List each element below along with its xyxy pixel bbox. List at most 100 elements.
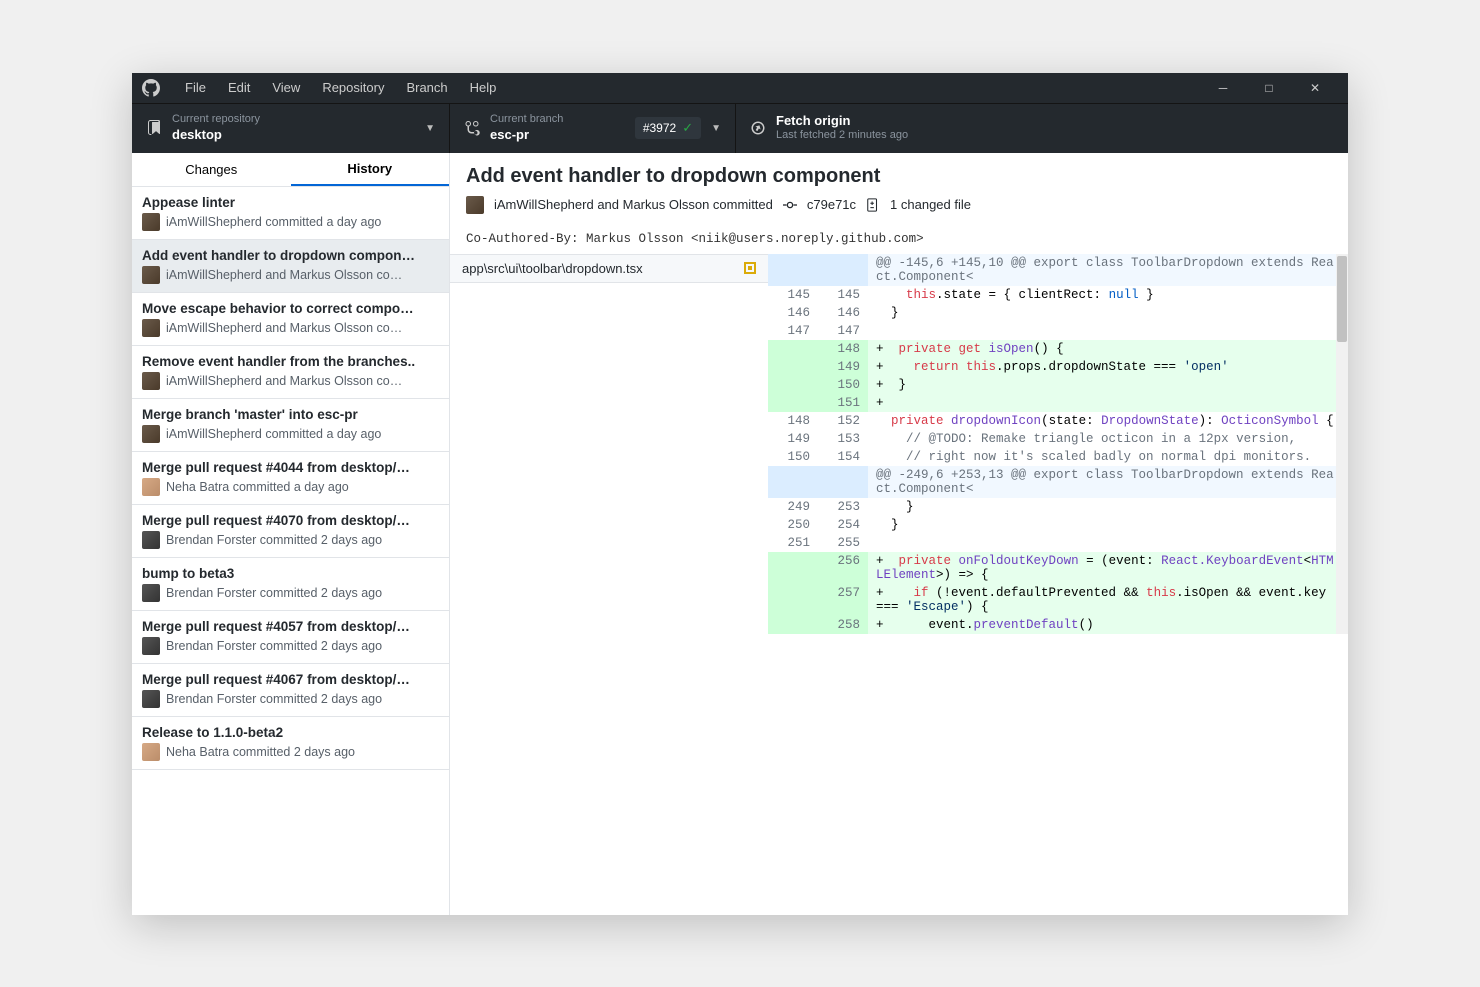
avatar — [142, 690, 160, 708]
commit-item-meta: Neha Batra committed 2 days ago — [166, 745, 355, 759]
commit-item-meta: iAmWillShepherd and Markus Olsson co… — [166, 268, 402, 282]
diff-line: 148+ private get isOpen() { — [768, 340, 1348, 358]
menu-view[interactable]: View — [261, 80, 311, 95]
diff-line: 257+ if (!event.defaultPrevented && this… — [768, 584, 1348, 616]
tab-history[interactable]: History — [291, 153, 450, 186]
tab-changes[interactable]: Changes — [132, 153, 291, 186]
fetch-label: Fetch origin — [776, 113, 1334, 129]
commit-sha: c79e71c — [807, 197, 856, 212]
commit-item-meta: iAmWillShepherd committed a day ago — [166, 215, 381, 229]
diff-line: 150+ } — [768, 376, 1348, 394]
avatar — [142, 743, 160, 761]
commit-item[interactable]: Merge pull request #4067 from desktop/…B… — [132, 664, 449, 717]
fetch-button[interactable]: Fetch origin Last fetched 2 minutes ago — [736, 104, 1348, 153]
commit-item-meta: iAmWillShepherd committed a day ago — [166, 427, 381, 441]
commit-item-title: Merge pull request #4057 from desktop/… — [142, 619, 439, 634]
avatar — [142, 372, 160, 390]
commit-item-meta: iAmWillShepherd and Markus Olsson co… — [166, 321, 402, 335]
commit-item[interactable]: Merge branch 'master' into esc-pr iAmWill… — [132, 399, 449, 452]
diff-line: @@ -145,6 +145,10 @@ export class Toolba… — [768, 254, 1348, 286]
file-path: app\src\ui\toolbar\dropdown.tsx — [462, 261, 643, 276]
commit-item-title: Remove event handler from the branches.. — [142, 354, 439, 369]
branch-label: Current branch — [490, 113, 635, 127]
commit-item[interactable]: Add event handler to dropdown compon…iAm… — [132, 240, 449, 293]
diff-line: 256+ private onFoldoutKeyDown = (event: … — [768, 552, 1348, 584]
github-logo-icon — [142, 79, 160, 97]
commit-detail: Add event handler to dropdown component … — [450, 153, 1348, 915]
commit-item[interactable]: Release to 1.1.0-beta2 Neha Batra committ… — [132, 717, 449, 770]
commit-item-title: bump to beta3 — [142, 566, 439, 581]
sync-icon — [750, 120, 766, 136]
toolbar: Current repository desktop ▼ Current bra… — [132, 103, 1348, 153]
commit-item[interactable]: Merge pull request #4057 from desktop/… B… — [132, 611, 449, 664]
menu-help[interactable]: Help — [459, 80, 508, 95]
diff-line: 146146 } — [768, 304, 1348, 322]
menu-repository[interactable]: Repository — [311, 80, 395, 95]
check-icon: ✓ — [682, 120, 693, 136]
commit-item-title: Merge pull request #4070 from desktop/… — [142, 513, 439, 528]
app-window: FileEditViewRepositoryBranchHelp ─ □ ✕ C… — [132, 73, 1348, 915]
diff-line: 150154 // right now it's scaled badly on… — [768, 448, 1348, 466]
commit-header: Add event handler to dropdown component … — [450, 153, 1348, 224]
diff-line: 258+ event.preventDefault() — [768, 616, 1348, 634]
window-minimize-button[interactable]: ─ — [1200, 81, 1246, 95]
commit-item[interactable]: Merge pull request #4070 from desktop/… B… — [132, 505, 449, 558]
commit-item-title: Merge branch 'master' into esc-pr — [142, 407, 439, 422]
modified-icon — [744, 262, 756, 274]
scrollbar-thumb[interactable] — [1337, 256, 1347, 342]
commit-description: Co-Authored-By: Markus Olsson <niik@user… — [450, 224, 1348, 254]
branch-selector[interactable]: Current branch esc-pr #3972 ✓ ▼ — [450, 104, 736, 153]
diff-line: 148152 private dropdownIcon(state: Dropd… — [768, 412, 1348, 430]
commit-item-title: Appease linter — [142, 195, 439, 210]
commit-item-title: Merge pull request #4044 from desktop/… — [142, 460, 439, 475]
repo-icon — [146, 120, 162, 136]
commit-item-meta: Neha Batra committed a day ago — [166, 480, 349, 494]
avatar — [142, 531, 160, 549]
repo-name: desktop — [172, 127, 425, 143]
commit-item[interactable]: bump to beta3 Brendan Forster committed 2… — [132, 558, 449, 611]
commit-item-meta: iAmWillShepherd and Markus Olsson co… — [166, 374, 402, 388]
sidebar: Changes History Appease linter iAmWillShe… — [132, 153, 450, 915]
avatar — [142, 637, 160, 655]
diff-line: 151+ — [768, 394, 1348, 412]
content: Changes History Appease linter iAmWillShe… — [132, 153, 1348, 915]
diff-line: @@ -249,6 +253,13 @@ export class Toolba… — [768, 466, 1348, 498]
file-diff-icon — [866, 198, 880, 212]
changed-files-count: 1 changed file — [890, 197, 971, 212]
git-branch-icon — [464, 120, 480, 136]
commit-item[interactable]: Appease linter iAmWillShepherd committed … — [132, 187, 449, 240]
diff-line: 250254 } — [768, 516, 1348, 534]
commit-item[interactable]: Move escape behavior to correct compo…iA… — [132, 293, 449, 346]
menu-branch[interactable]: Branch — [395, 80, 458, 95]
menu-edit[interactable]: Edit — [217, 80, 261, 95]
diff-line: 145145 this.state = { clientRect: null } — [768, 286, 1348, 304]
commit-icon — [783, 198, 797, 212]
window-close-button[interactable]: ✕ — [1292, 81, 1338, 95]
diff-line: 251255 — [768, 534, 1348, 552]
fetch-sub: Last fetched 2 minutes ago — [776, 129, 1334, 143]
pr-number: #3972 — [643, 121, 676, 135]
commit-item-meta: Brendan Forster committed 2 days ago — [166, 533, 382, 547]
scrollbar[interactable] — [1336, 254, 1348, 634]
branch-name: esc-pr — [490, 127, 635, 143]
commit-item-title: Release to 1.1.0-beta2 — [142, 725, 439, 740]
commit-item-title: Merge pull request #4067 from desktop/… — [142, 672, 439, 687]
avatar — [142, 266, 160, 284]
commit-item-meta: Brendan Forster committed 2 days ago — [166, 586, 382, 600]
changed-file-row[interactable]: app\src\ui\toolbar\dropdown.tsx — [450, 254, 768, 283]
commit-title: Add event handler to dropdown component — [466, 165, 1332, 188]
diff-line: 149153 // @TODO: Remake triangle octicon… — [768, 430, 1348, 448]
repo-selector[interactable]: Current repository desktop ▼ — [132, 104, 450, 153]
commit-list[interactable]: Appease linter iAmWillShepherd committed … — [132, 187, 449, 915]
diff-line: 147147 — [768, 322, 1348, 340]
avatar — [142, 584, 160, 602]
window-maximize-button[interactable]: □ — [1246, 81, 1292, 95]
commit-item[interactable]: Remove event handler from the branches..… — [132, 346, 449, 399]
titlebar: FileEditViewRepositoryBranchHelp ─ □ ✕ — [132, 73, 1348, 103]
commit-item[interactable]: Merge pull request #4044 from desktop/… N… — [132, 452, 449, 505]
diff-line: 149+ return this.props.dropdownState ===… — [768, 358, 1348, 376]
repo-label: Current repository — [172, 113, 425, 127]
menu-file[interactable]: File — [174, 80, 217, 95]
diff-viewer[interactable]: @@ -145,6 +145,10 @@ export class Toolba… — [768, 254, 1348, 634]
commit-item-meta: Brendan Forster committed 2 days ago — [166, 639, 382, 653]
